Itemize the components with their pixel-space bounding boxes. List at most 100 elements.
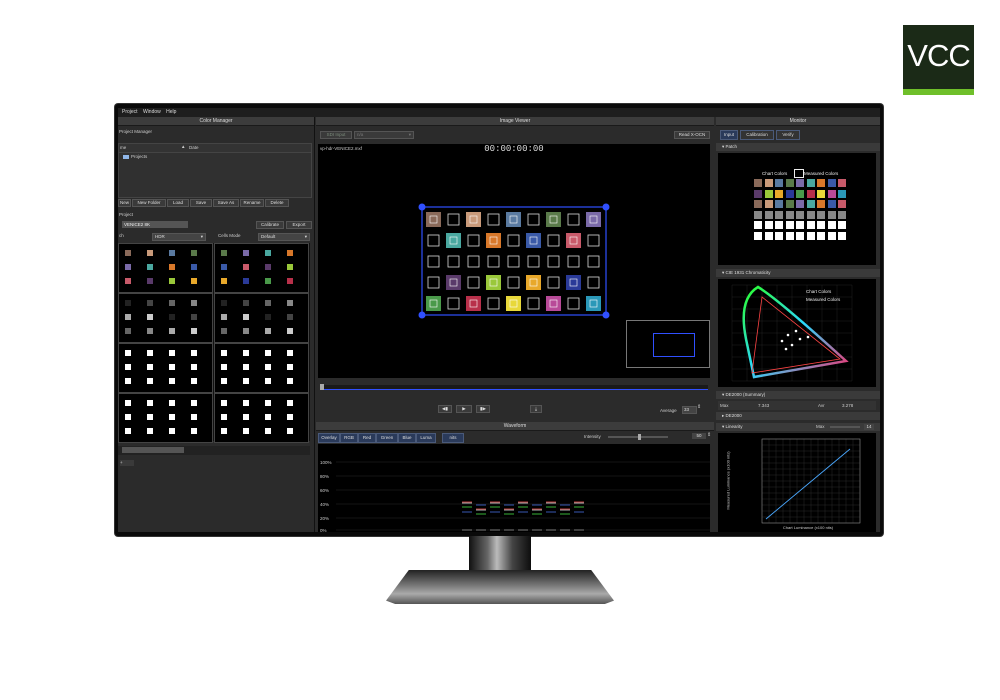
- menu-help[interactable]: Help: [166, 109, 176, 115]
- tab-verify[interactable]: Verify: [776, 130, 800, 140]
- tab-rgb[interactable]: RGB: [340, 433, 358, 443]
- menu-project[interactable]: Project: [122, 109, 138, 115]
- nits-button[interactable]: nits: [442, 433, 464, 443]
- timeline-handle[interactable]: [320, 384, 324, 390]
- cell-swatch: [287, 378, 293, 384]
- chevron-down-icon: ▾: [408, 132, 411, 137]
- cell-swatch: [191, 264, 197, 270]
- avr-value: 3.278: [842, 403, 854, 408]
- chart-patch: [506, 296, 521, 311]
- tab-green[interactable]: Green: [376, 433, 398, 443]
- patch-section[interactable]: ▾ Patch: [716, 143, 880, 151]
- empty-area: +: [118, 457, 310, 532]
- patch-cell[interactable]: [118, 343, 213, 393]
- waveform-title: Waveform: [316, 422, 714, 431]
- linearity-section[interactable]: ▾ Linearity Max 14: [716, 423, 880, 431]
- cell-swatch: [221, 250, 227, 256]
- monitor-swatch: [827, 210, 836, 219]
- cell-swatch: [147, 378, 153, 384]
- scrollbar-thumb[interactable]: [122, 447, 184, 453]
- patch-cell-grid[interactable]: [118, 243, 310, 443]
- rename-button[interactable]: Rename: [240, 199, 264, 207]
- cell-swatch: [265, 278, 271, 284]
- monitor-swatch: [817, 200, 825, 208]
- calibrate-button[interactable]: Calibrate: [256, 221, 284, 229]
- patch-cell[interactable]: [214, 293, 309, 343]
- export-button[interactable]: Export: [286, 221, 312, 229]
- cell-swatch: [221, 414, 227, 420]
- save-button[interactable]: Save: [190, 199, 212, 207]
- col-date[interactable]: Date: [189, 145, 199, 150]
- monitor-title: Monitor: [716, 117, 880, 126]
- average-input[interactable]: 33: [682, 406, 697, 414]
- new-button[interactable]: New: [118, 199, 131, 207]
- chart-patch: [426, 296, 441, 311]
- chart-patch: [586, 296, 601, 311]
- load-button[interactable]: Load: [167, 199, 189, 207]
- timeline-slider[interactable]: [320, 384, 708, 390]
- save-as-button[interactable]: Save As: [213, 199, 239, 207]
- input-dropdown[interactable]: n/a ▾: [354, 131, 414, 139]
- cell-swatch: [147, 428, 153, 434]
- menu-window[interactable]: Window: [143, 109, 161, 115]
- add-icon[interactable]: +: [120, 460, 134, 466]
- col-name[interactable]: me: [120, 145, 126, 150]
- minimap[interactable]: [626, 320, 710, 368]
- cells-mode-select[interactable]: Default ▾: [258, 233, 310, 241]
- tab-luma[interactable]: Luma: [416, 433, 436, 443]
- patch-select[interactable]: HDR ▾: [152, 233, 206, 241]
- tab-input[interactable]: Input: [720, 130, 738, 140]
- monitor-base: [386, 570, 614, 604]
- patch-cell[interactable]: [214, 243, 309, 293]
- folder-item-projects[interactable]: Projects: [131, 154, 147, 159]
- tab-overlay[interactable]: Overlay: [318, 433, 340, 443]
- viewer-canvas[interactable]: vp-hdr-VENICE2.mxf 00:00:00:00: [318, 144, 710, 378]
- cell-swatch: [265, 250, 271, 256]
- tab-blue[interactable]: Blue: [398, 433, 416, 443]
- de2000-section[interactable]: ▸ DE2000: [716, 412, 880, 420]
- tab-calibration[interactable]: Calibration: [740, 130, 774, 140]
- cell-swatch: [147, 328, 153, 334]
- sort-asc-icon[interactable]: ▲: [181, 144, 185, 149]
- chart-patch-outline: [527, 213, 540, 226]
- spinner-icon[interactable]: ⇕: [697, 404, 701, 410]
- new-folder-button[interactable]: New Folder: [132, 199, 166, 207]
- cell-swatch: [287, 314, 293, 320]
- delete-button[interactable]: Delete: [265, 199, 289, 207]
- waveform-canvas: 100% 80% 60% 40% 20% 0%: [318, 444, 710, 532]
- chart-patch-outline: [567, 255, 580, 268]
- cie-section[interactable]: ▾ CIE 1931 Chromaticity: [716, 269, 880, 277]
- cell-swatch: [221, 328, 227, 334]
- cell-swatch: [125, 328, 131, 334]
- download-icon[interactable]: ⤓: [530, 405, 542, 413]
- file-list[interactable]: Projects: [118, 152, 312, 198]
- patch-cell[interactable]: [118, 293, 213, 343]
- patch-cell[interactable]: [118, 393, 213, 443]
- lin-max-slider[interactable]: [830, 426, 860, 428]
- patch-cell[interactable]: [118, 243, 213, 293]
- patch-cell[interactable]: [214, 393, 309, 443]
- monitor-swatch: [785, 200, 794, 208]
- cell-swatch: [125, 350, 131, 356]
- horizontal-scrollbar[interactable]: [118, 446, 310, 455]
- lin-max-input[interactable]: 14: [864, 424, 874, 430]
- step-forward-icon[interactable]: ▮▶: [476, 405, 490, 413]
- cell-swatch: [287, 364, 293, 370]
- spinner-icon[interactable]: ⇕: [707, 432, 711, 438]
- tab-red[interactable]: Red: [358, 433, 376, 443]
- intensity-handle[interactable]: [638, 434, 641, 440]
- chart-patch: [446, 275, 461, 290]
- intensity-input[interactable]: 50: [692, 433, 706, 439]
- patch-cell[interactable]: [214, 343, 309, 393]
- play-icon[interactable]: ▶: [456, 405, 472, 413]
- step-back-icon[interactable]: ◀▮: [438, 405, 452, 413]
- monitor-swatch: [775, 189, 783, 198]
- sdi-input-button[interactable]: SDI Input: [320, 131, 352, 139]
- monitor-swatch: [785, 179, 794, 187]
- project-name-field[interactable]: VENICE2 8K: [122, 221, 188, 228]
- de-summary-section[interactable]: ▾ DE2000 (Summary): [716, 391, 880, 399]
- cell-swatch: [169, 364, 175, 370]
- read-x-ocn-button[interactable]: Read X-OCN: [674, 131, 710, 139]
- chart-patch-outline: [567, 297, 580, 310]
- intensity-slider[interactable]: [608, 434, 668, 440]
